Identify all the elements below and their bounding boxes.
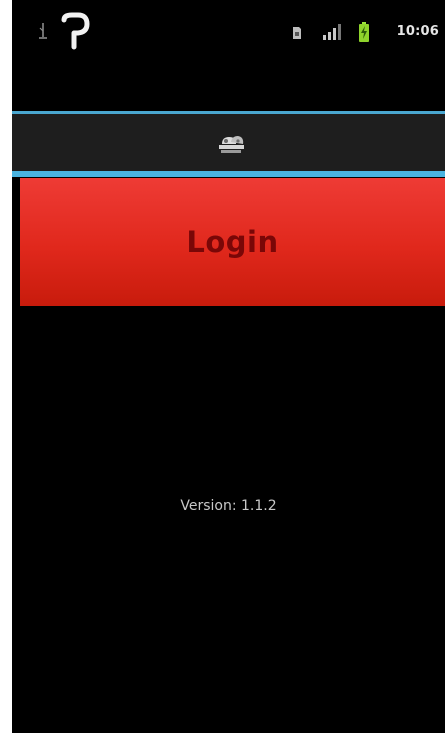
battery-charging-icon xyxy=(359,22,369,42)
phone-screen: 10:06 Login Version: 1.1.2 xyxy=(12,0,445,733)
status-bar: 10:06 xyxy=(12,0,445,60)
status-clock: 10:06 xyxy=(396,24,439,39)
notification-p-icon xyxy=(61,12,90,50)
sim-card-icon xyxy=(293,27,301,39)
login-button-label: Login xyxy=(186,225,279,259)
usb-debug-icon xyxy=(39,23,47,39)
action-bar xyxy=(12,111,445,177)
login-button[interactable]: Login xyxy=(20,178,445,306)
app-logo-icon xyxy=(219,136,244,153)
version-label: Version: 1.1.2 xyxy=(180,498,277,514)
signal-icon xyxy=(323,24,341,40)
